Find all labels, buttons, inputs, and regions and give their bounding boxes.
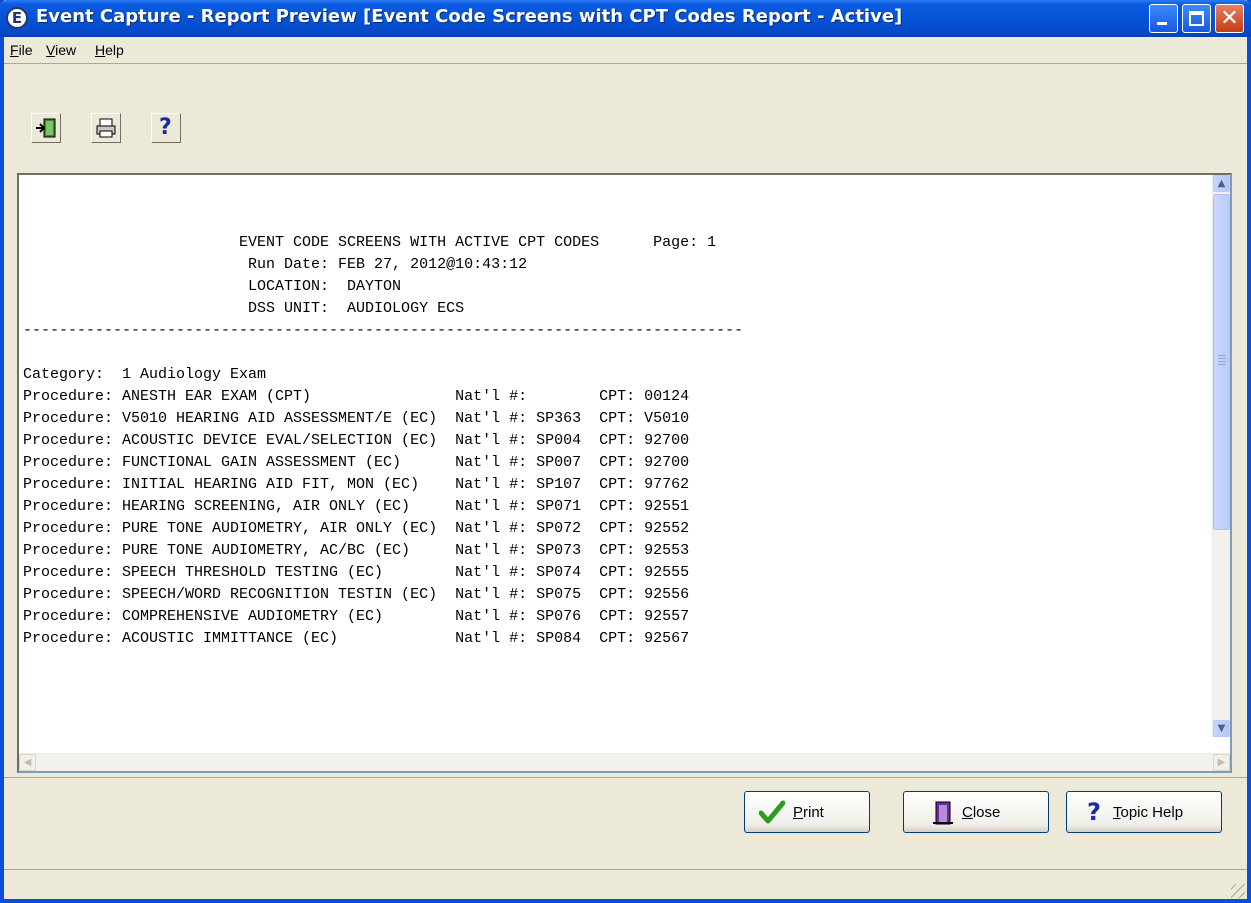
- app-icon: E: [6, 7, 28, 29]
- printer-icon: [96, 118, 116, 138]
- procedure-row: Procedure: V5010 HEARING AID ASSESSMENT/…: [23, 410, 690, 427]
- question-mark-icon: ?: [1087, 798, 1101, 826]
- procedure-row: Procedure: HEARING SCREENING, AIR ONLY (…: [23, 498, 690, 515]
- scroll-up-button[interactable]: ▲: [1213, 175, 1230, 192]
- procedure-row: Procedure: PURE TONE AUDIOMETRY, AC/BC (…: [23, 542, 690, 559]
- menu-file-label: ile: [18, 42, 33, 58]
- procedure-row: Procedure: ACOUSTIC IMMITTANCE (EC) Nat'…: [23, 630, 690, 647]
- resize-grip-icon[interactable]: [1231, 884, 1245, 898]
- grip-line: [1218, 364, 1226, 365]
- menu-view[interactable]: View: [46, 42, 76, 58]
- menu-help-label: elp: [105, 42, 124, 58]
- report-header-line: EVENT CODE SCREENS WITH ACTIVE CPT CODES…: [23, 234, 717, 251]
- procedure-row: Procedure: PURE TONE AUDIOMETRY, AIR ONL…: [23, 520, 690, 537]
- report-divider: ----------------------------------------…: [23, 322, 744, 339]
- scroll-right-button[interactable]: ▶: [1213, 754, 1230, 771]
- menu-help-accel: H: [95, 42, 106, 58]
- report-preview-window: E Event Capture - Report Preview [Event …: [0, 0, 1251, 903]
- vertical-scrollbar[interactable]: ▲ ▼: [1212, 175, 1230, 737]
- toolbar-print-button[interactable]: [91, 113, 121, 143]
- report-header-line: DSS UNIT: AUDIOLOGY ECS: [23, 300, 465, 317]
- grip-line: [1218, 361, 1226, 362]
- maximize-button[interactable]: [1182, 4, 1211, 33]
- title-bar[interactable]: E Event Capture - Report Preview [Event …: [0, 0, 1251, 37]
- menu-help[interactable]: Help: [95, 42, 124, 58]
- grip-line: [1218, 355, 1226, 356]
- report-text: EVENT CODE SCREENS WITH ACTIVE CPT CODES…: [23, 232, 743, 650]
- procedure-row: Procedure: ANESTH EAR EXAM (CPT) Nat'l #…: [23, 388, 690, 405]
- close-window-button[interactable]: ✕: [1215, 4, 1244, 33]
- menu-file[interactable]: File: [10, 42, 33, 58]
- grip-line: [1218, 358, 1226, 359]
- procedure-row: Procedure: ACOUSTIC DEVICE EVAL/SELECTIO…: [23, 432, 690, 449]
- menu-view-label: iew: [55, 42, 77, 58]
- print-button-label: Print: [793, 804, 824, 821]
- toolbar-exit-button[interactable]: [31, 113, 61, 143]
- procedure-row: Procedure: COMPREHENSIVE AUDIOMETRY (EC)…: [23, 608, 690, 625]
- exit-door-icon: [36, 118, 56, 138]
- topic-help-button-label: Topic Help: [1113, 804, 1184, 821]
- toolbar: [4, 63, 1247, 164]
- scroll-left-button[interactable]: ◀: [19, 754, 36, 771]
- print-button[interactable]: Print: [744, 791, 870, 833]
- window-title: Event Capture - Report Preview [Event Co…: [36, 6, 903, 27]
- status-bar: [4, 869, 1247, 900]
- menu-view-accel: V: [46, 42, 56, 58]
- menu-bar: File View Help: [4, 37, 1247, 63]
- report-blank-line: [23, 342, 743, 364]
- procedure-row: Procedure: FUNCTIONAL GAIN ASSESSMENT (E…: [23, 454, 690, 471]
- exit-door-icon: [933, 801, 953, 825]
- topic-help-button[interactable]: ? Topic Help: [1066, 791, 1222, 833]
- close-icon: ✕: [1220, 6, 1239, 31]
- minimize-button[interactable]: [1149, 4, 1178, 33]
- report-preview-pane[interactable]: EVENT CODE SCREENS WITH ACTIVE CPT CODES…: [17, 173, 1232, 773]
- horizontal-scrollbar[interactable]: ◀ ▶: [19, 753, 1230, 771]
- question-mark-icon: ?: [159, 115, 172, 140]
- scroll-down-button[interactable]: ▼: [1213, 720, 1230, 737]
- maximize-icon: [1189, 11, 1204, 26]
- close-button-label: Close: [962, 804, 1001, 821]
- report-header-line: LOCATION: DAYTON: [23, 278, 402, 295]
- menu-file-accel: F: [10, 42, 19, 58]
- procedure-row: Procedure: SPEECH THRESHOLD TESTING (EC)…: [23, 564, 690, 581]
- vertical-scroll-thumb[interactable]: [1213, 194, 1230, 530]
- button-bar: [4, 777, 1247, 868]
- checkmark-icon: [759, 800, 785, 824]
- toolbar-help-button[interactable]: ?: [151, 113, 181, 143]
- procedure-row: Procedure: SPEECH/WORD RECOGNITION TESTI…: [23, 586, 690, 603]
- report-header-line: Run Date: FEB 27, 2012@10:43:12: [23, 256, 528, 273]
- close-button[interactable]: Close: [903, 791, 1049, 833]
- report-category: Category: 1 Audiology Exam: [23, 366, 267, 383]
- procedure-row: Procedure: INITIAL HEARING AID FIT, MON …: [23, 476, 690, 493]
- minimize-icon: [1157, 22, 1167, 25]
